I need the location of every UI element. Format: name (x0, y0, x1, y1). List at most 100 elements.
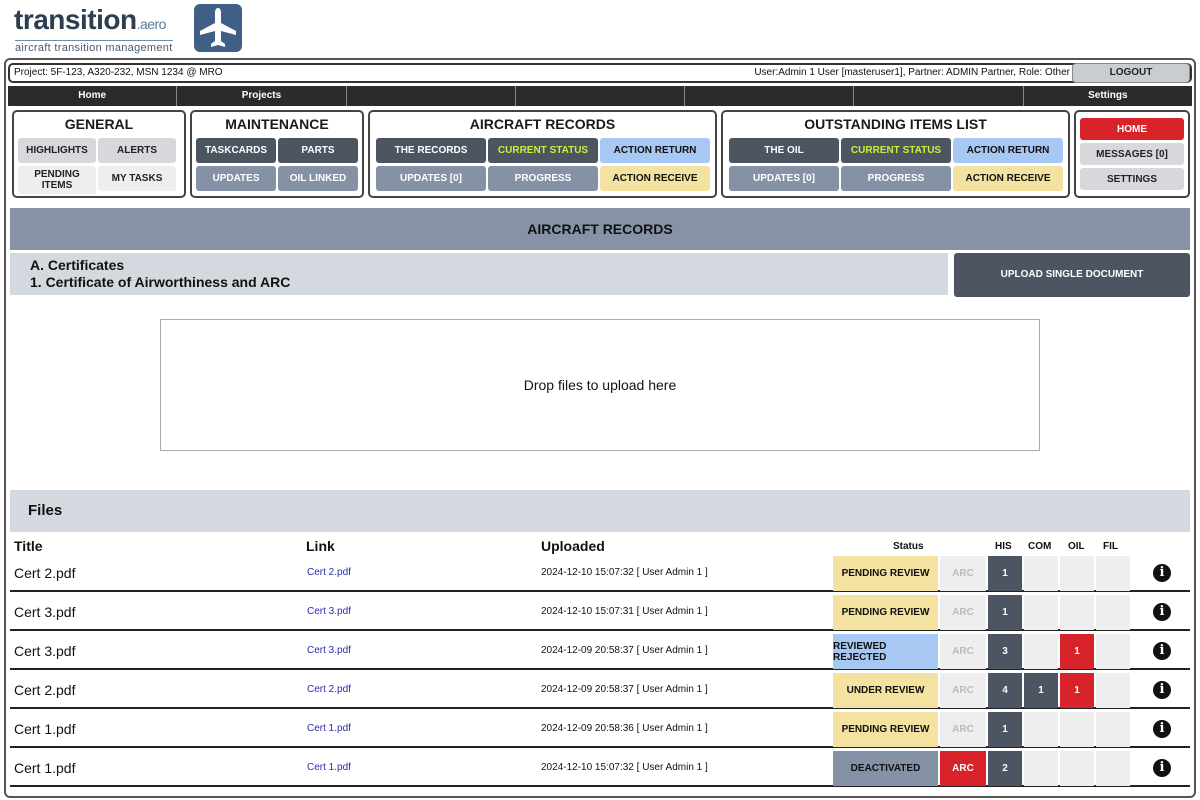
aircraft-records-title: AIRCRAFT RECORDS (469, 116, 616, 132)
his-count[interactable]: 1 (988, 712, 1022, 747)
status-badge[interactable]: PENDING REVIEW (833, 712, 938, 747)
his-count[interactable]: 1 (988, 556, 1022, 591)
taskcards-button[interactable]: TASKCARDS (196, 138, 276, 163)
the-oil-button[interactable]: THE OIL (729, 138, 839, 163)
info-icon[interactable]: i (1153, 642, 1171, 660)
main-frame: Project: 5F-123, A320-232, MSN 1234 @ MR… (4, 58, 1196, 798)
info-icon[interactable]: i (1153, 564, 1171, 582)
records-action-receive-button[interactable]: ACTION RECEIVE (600, 166, 710, 191)
oil-count[interactable]: 1 (1060, 634, 1094, 669)
records-progress-button[interactable]: PROGRESS (488, 166, 598, 191)
com-count[interactable]: 1 (1024, 673, 1058, 708)
com-count[interactable] (1024, 595, 1058, 630)
oil-count[interactable]: 1 (1060, 673, 1094, 708)
nav-settings[interactable]: Settings (1024, 86, 1192, 106)
oil-action-return-button[interactable]: ACTION RETURN (953, 138, 1063, 163)
pending-items-button[interactable]: PENDING ITEMS (18, 166, 96, 194)
table-row: Cert 3.pdf Cert 3.pdf 2024-12-10 15:07:31 … (10, 594, 1190, 631)
file-uploaded: 2024-12-09 20:58:37 [ User Admin 1 ] (541, 684, 708, 695)
general-panel: GENERAL HIGHLIGHTS ALERTS PENDING ITEMS … (12, 110, 186, 198)
file-link[interactable]: Cert 3.pdf (307, 633, 351, 668)
highlights-button[interactable]: HIGHLIGHTS (18, 138, 96, 163)
messages-button[interactable]: MESSAGES [0] (1080, 143, 1184, 165)
records-updates-button[interactable]: UPDATES [0] (376, 166, 486, 191)
status-badge[interactable]: PENDING REVIEW (833, 595, 938, 630)
status-badge[interactable]: DEACTIVATED (833, 751, 938, 786)
info-icon[interactable]: i (1153, 759, 1171, 777)
logout-button[interactable]: LOGOUT (1072, 63, 1190, 83)
outstanding-items-title: OUTSTANDING ITEMS LIST (804, 116, 987, 132)
nav-empty-2 (516, 86, 686, 106)
outstanding-items-panel: OUTSTANDING ITEMS LIST THE OIL CURRENT S… (721, 110, 1070, 198)
oil-updates-button[interactable]: UPDATES [0] (729, 166, 839, 191)
his-count[interactable]: 1 (988, 595, 1022, 630)
app-logo[interactable]: transition.aero aircraft transition mana… (14, 4, 254, 54)
file-link[interactable]: Cert 2.pdf (307, 555, 351, 590)
main-nav: Home Projects Settings (8, 86, 1192, 106)
fil-count[interactable] (1096, 556, 1130, 591)
status-badge[interactable]: UNDER REVIEW (833, 673, 938, 708)
com-count[interactable] (1024, 751, 1058, 786)
file-link[interactable]: Cert 1.pdf (307, 711, 351, 746)
fil-count[interactable] (1096, 595, 1130, 630)
oil-count[interactable] (1060, 712, 1094, 747)
oil-count[interactable] (1060, 595, 1094, 630)
file-link[interactable]: Cert 1.pdf (307, 750, 351, 785)
his-count[interactable]: 4 (988, 673, 1022, 708)
nav-empty-4 (854, 86, 1024, 106)
file-link[interactable]: Cert 3.pdf (307, 594, 351, 629)
info-icon[interactable]: i (1153, 681, 1171, 699)
records-current-status-button[interactable]: CURRENT STATUS (488, 138, 598, 163)
upload-single-document-button[interactable]: UPLOAD SINGLE DOCUMENT (954, 253, 1190, 297)
info-icon[interactable]: i (1153, 720, 1171, 738)
oil-count[interactable] (1060, 556, 1094, 591)
file-uploaded: 2024-12-09 20:58:36 [ User Admin 1 ] (541, 723, 708, 734)
com-count[interactable] (1024, 712, 1058, 747)
general-title: GENERAL (64, 116, 134, 132)
alerts-button[interactable]: ALERTS (98, 138, 176, 163)
arc-badge[interactable]: ARC (940, 673, 986, 708)
user-info: User:Admin 1 User [masteruser1], Partner… (754, 67, 1070, 78)
arc-badge[interactable]: ARC (940, 712, 986, 747)
his-count[interactable]: 2 (988, 751, 1022, 786)
home-button[interactable]: HOME (1080, 118, 1184, 140)
status-badge[interactable]: REVIEWED REJECTED (833, 634, 938, 669)
parts-button[interactable]: PARTS (278, 138, 358, 163)
maintenance-updates-button[interactable]: UPDATES (196, 166, 276, 191)
oil-progress-button[interactable]: PROGRESS (841, 166, 951, 191)
nav-projects[interactable]: Projects (177, 86, 347, 106)
file-link[interactable]: Cert 2.pdf (307, 672, 351, 707)
com-count[interactable] (1024, 556, 1058, 591)
cert-name: 1. Certificate of Airworthiness and ARC (30, 274, 291, 290)
airplane-icon (194, 4, 242, 52)
his-count[interactable]: 3 (988, 634, 1022, 669)
oil-action-receive-button[interactable]: ACTION RECEIVE (953, 166, 1063, 191)
status-badge[interactable]: PENDING REVIEW (833, 556, 938, 591)
table-row: Cert 2.pdf Cert 2.pdf 2024-12-10 15:07:32 … (10, 555, 1190, 592)
records-action-return-button[interactable]: ACTION RETURN (600, 138, 710, 163)
com-count[interactable] (1024, 634, 1058, 669)
col-header-status: Status (893, 541, 924, 552)
file-dropzone[interactable]: Drop files to upload here (160, 319, 1040, 451)
nav-home[interactable]: Home (8, 86, 178, 106)
oil-current-status-button[interactable]: CURRENT STATUS (841, 138, 951, 163)
arc-badge[interactable]: ARC (940, 595, 986, 630)
certificate-path: A. Certificates 1. Certificate of Airwor… (10, 253, 948, 295)
my-tasks-button[interactable]: MY TASKS (98, 166, 176, 191)
file-title: Cert 3.pdf (14, 642, 76, 659)
col-header-com: COM (1028, 541, 1052, 552)
fil-count[interactable] (1096, 712, 1130, 747)
fil-count[interactable] (1096, 751, 1130, 786)
fil-count[interactable] (1096, 634, 1130, 669)
aircraft-records-panel: AIRCRAFT RECORDS THE RECORDS CURRENT STA… (368, 110, 717, 198)
arc-badge[interactable]: ARC (940, 751, 986, 786)
the-records-button[interactable]: THE RECORDS (376, 138, 486, 163)
arc-badge[interactable]: ARC (940, 556, 986, 591)
fil-count[interactable] (1096, 673, 1130, 708)
arc-badge[interactable]: ARC (940, 634, 986, 669)
info-icon[interactable]: i (1153, 603, 1171, 621)
oil-linked-button[interactable]: OIL LINKED (278, 166, 358, 191)
settings-button[interactable]: SETTINGS (1080, 168, 1184, 190)
file-title: Cert 2.pdf (14, 564, 76, 581)
oil-count[interactable] (1060, 751, 1094, 786)
